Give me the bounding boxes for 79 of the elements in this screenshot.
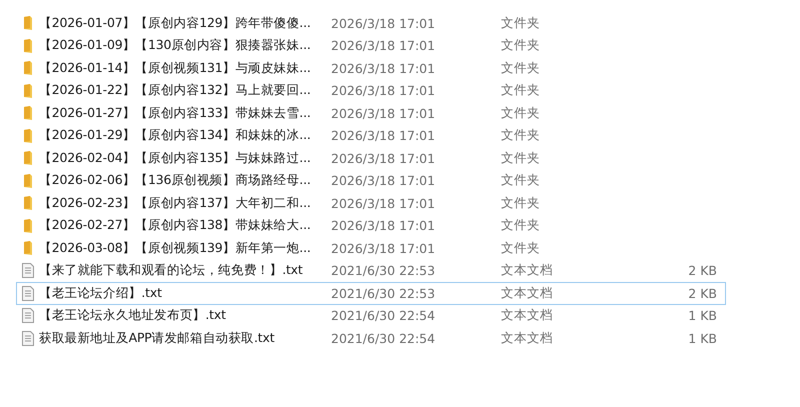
file-row[interactable]: 【来了就能下载和观看的论坛，纯免费！】.txt 2021/6/30 22:53 文本文档 2 KB — [16, 260, 726, 282]
file-row[interactable]: 获取最新地址及APP请发邮箱自动获取.txt 2021/6/30 22:54 文本文档 1 KB — [16, 327, 726, 350]
modified-date: 2021/6/30 22:53 — [331, 286, 436, 301]
folder-icon — [23, 106, 33, 120]
modified-date: 2021/6/30 22:54 — [331, 330, 436, 346]
text-file-icon — [22, 286, 34, 301]
folder-icon — [23, 218, 33, 233]
file-size: 1 KB — [687, 330, 717, 346]
folder-icon — [23, 151, 33, 166]
folder-icon — [23, 16, 33, 30]
file-name: 【2026-01-22】【原创内容132】马上就要回... — [39, 82, 312, 100]
file-row[interactable]: 【老王论坛介绍】.txt 2021/6/30 22:53 文本文档 2 KB — [16, 282, 726, 304]
file-row[interactable]: 【2026-01-22】【原创内容132】马上就要回... 2026/3/18 17:01 文件夹 — [16, 80, 726, 102]
modified-date: 2026/3/18 17:01 — [331, 106, 436, 121]
file-name: 获取最新地址及APP请发邮箱自动获取.txt — [39, 330, 276, 347]
file-type: 文本文档 — [501, 330, 554, 347]
file-name: 【老王论坛介绍】.txt — [39, 284, 163, 302]
text-file-icon — [22, 308, 34, 324]
file-name: 【2026-02-27】【原创内容138】带妹妹给大... — [39, 217, 312, 234]
file-type: 文件夹 — [501, 82, 541, 100]
modified-date: 2026/3/18 17:01 — [331, 60, 436, 76]
folder-icon — [23, 61, 33, 76]
text-file-icon — [22, 330, 34, 346]
file-size: 2 KB — [687, 286, 717, 301]
file-row[interactable]: 【老王论坛永久地址发布页】.txt 2021/6/30 22:54 文本文档 1 KB — [16, 304, 726, 327]
file-type: 文件夹 — [501, 217, 541, 234]
modified-date: 2026/3/18 17:01 — [331, 38, 436, 54]
folder-icon — [23, 196, 33, 210]
file-row[interactable]: 【2026-01-09】【130原创内容】狠揍嚣张妹... 2026/3/18 17:01 文件夹 — [16, 34, 726, 57]
file-type: 文件夹 — [501, 60, 541, 77]
file-name: 【2026-02-04】【原创内容135】与妹妹路过... — [39, 150, 312, 167]
file-row[interactable]: 【2026-01-14】【原创视频131】与顽皮妹妹... 2026/3/18 17:01 文件夹 — [16, 57, 726, 80]
modified-date: 2026/3/18 17:01 — [331, 240, 436, 256]
modified-date: 2026/3/18 17:01 — [331, 196, 436, 211]
file-name: 【2026-02-06】【136原创视频】商场路经母... — [39, 172, 312, 190]
modified-date: 2026/3/18 17:01 — [331, 218, 436, 234]
file-type: 文本文档 — [501, 307, 554, 324]
file-name: 【2026-01-09】【130原创内容】狠揍嚣张妹... — [39, 37, 312, 54]
file-row[interactable]: 【2026-02-04】【原创内容135】与妹妹路过... 2026/3/18 17:01 文件夹 — [16, 147, 726, 170]
file-row[interactable]: 【2026-02-27】【原创内容138】带妹妹给大... 2026/3/18 17:01 文件夹 — [16, 214, 726, 237]
folder-icon — [23, 174, 33, 188]
file-type: 文件夹 — [501, 194, 541, 212]
folder-icon — [23, 128, 33, 143]
file-size: 2 KB — [687, 263, 717, 278]
file-row[interactable]: 【2026-02-06】【136原创视频】商场路经母... 2026/3/18 17:01 文件夹 — [16, 170, 726, 192]
folder-icon — [23, 84, 33, 98]
file-type: 文件夹 — [501, 37, 541, 54]
file-row[interactable]: 【2026-02-23】【原创内容137】大年初二和... 2026/3/18 17:01 文件夹 — [16, 192, 726, 214]
folder-icon — [23, 38, 33, 53]
modified-date: 2021/6/30 22:53 — [331, 263, 436, 278]
file-type: 文件夹 — [501, 240, 541, 257]
file-type: 文件夹 — [501, 127, 541, 144]
file-type: 文本文档 — [501, 284, 554, 302]
file-name: 【2026-01-14】【原创视频131】与顽皮妹妹... — [39, 60, 312, 77]
modified-date: 2021/6/30 22:54 — [331, 308, 436, 324]
file-type: 文件夹 — [501, 14, 541, 32]
modified-date: 2026/3/18 17:01 — [331, 173, 436, 188]
modified-date: 2026/3/18 17:01 — [331, 150, 436, 166]
file-row[interactable]: 【2026-01-29】【原创内容134】和妹妹的冰... 2026/3/18 17:01 文件夹 — [16, 124, 726, 147]
text-file-icon — [22, 263, 34, 278]
folder-icon — [23, 241, 33, 256]
file-name: 【老王论坛永久地址发布页】.txt — [39, 307, 227, 324]
file-row[interactable]: 【2026-03-08】【原创视频139】新年第一炮... 2026/3/18 17:01 文件夹 — [16, 237, 726, 260]
modified-date: 2026/3/18 17:01 — [331, 128, 436, 144]
file-size: 1 KB — [687, 308, 717, 324]
file-name: 【2026-01-27】【原创内容133】带妹妹去雪... — [39, 104, 312, 122]
file-type: 文件夹 — [501, 150, 541, 167]
file-name: 【2026-02-23】【原创内容137】大年初二和... — [39, 194, 312, 212]
file-row[interactable]: 【2026-01-07】【原创内容129】跨年带傻傻... 2026/3/18 17:01 文件夹 — [16, 12, 726, 34]
file-type: 文本文档 — [501, 262, 554, 280]
file-name: 【来了就能下载和观看的论坛，纯免费！】.txt — [39, 262, 304, 280]
file-name: 【2026-01-29】【原创内容134】和妹妹的冰... — [39, 127, 312, 144]
file-name: 【2026-01-07】【原创内容129】跨年带傻傻... — [39, 14, 312, 32]
file-type: 文件夹 — [501, 172, 541, 190]
file-name: 【2026-03-08】【原创视频139】新年第一炮... — [39, 240, 312, 257]
file-type: 文件夹 — [501, 104, 541, 122]
modified-date: 2026/3/18 17:01 — [331, 83, 436, 98]
file-row[interactable]: 【2026-01-27】【原创内容133】带妹妹去雪... 2026/3/18 17:01 文件夹 — [16, 102, 726, 124]
modified-date: 2026/3/18 17:01 — [331, 16, 436, 31]
